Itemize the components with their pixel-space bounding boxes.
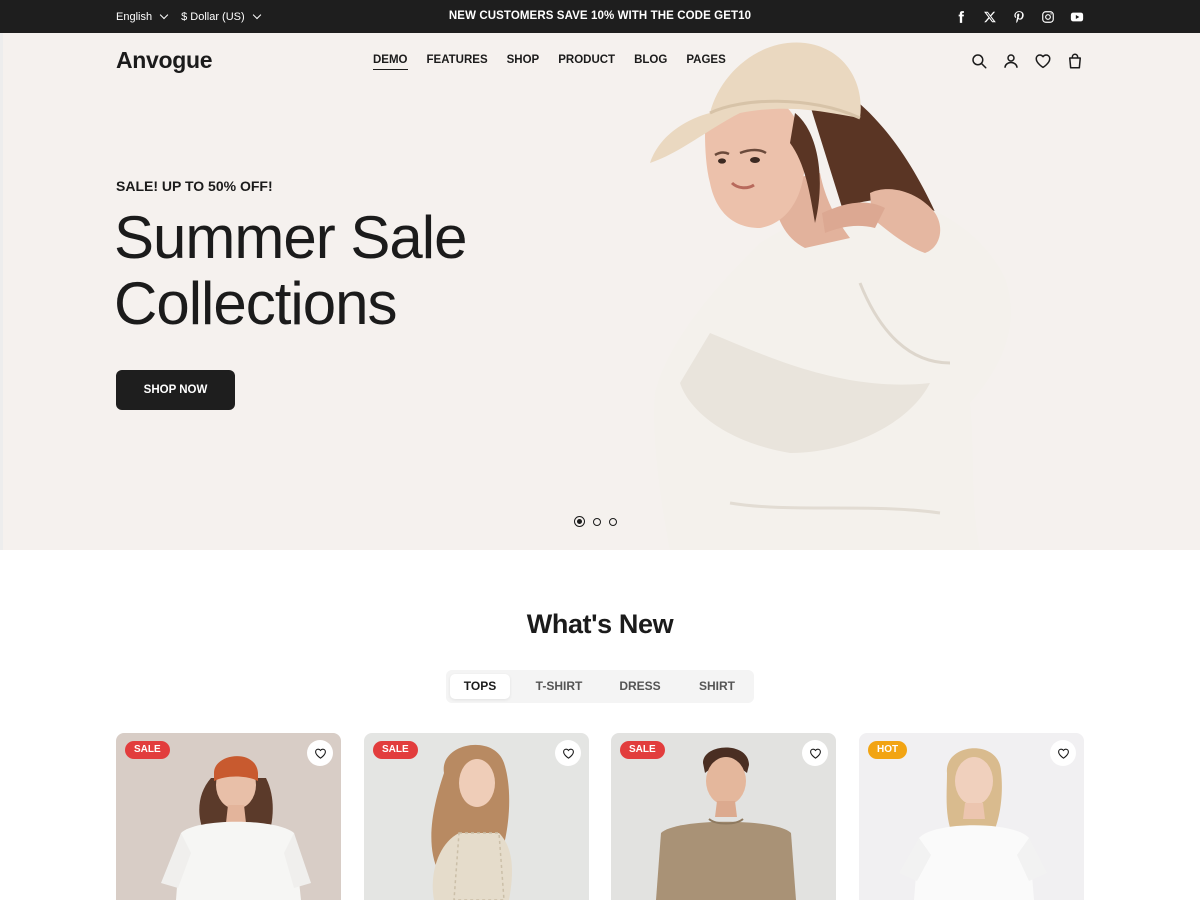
x-icon[interactable]	[983, 10, 997, 24]
site-logo[interactable]: Anvogue	[116, 47, 213, 74]
currency-select-label: $ Dollar (US)	[181, 10, 245, 23]
heart-icon	[809, 748, 821, 759]
sale-badge: SALE	[620, 741, 665, 759]
wishlist-button[interactable]	[307, 740, 333, 766]
hero-model-image	[650, 42, 1011, 550]
heart-icon	[1057, 748, 1069, 759]
pinterest-icon[interactable]	[1012, 10, 1026, 24]
heart-icon	[562, 748, 574, 759]
product-card[interactable]: SALE	[116, 733, 341, 900]
hero-kicker: SALE! UP TO 50% OFF!	[116, 178, 273, 194]
announcement-bar: English $ Dollar (US) NEW CUSTOMERS SAVE…	[0, 0, 1200, 33]
instagram-icon[interactable]	[1041, 10, 1055, 24]
section-title: What's New	[526, 609, 674, 639]
main-nav: DEMO FEATURES SHOP PRODUCT BLOG PAGES	[373, 54, 726, 70]
shop-now-button[interactable]: SHOP NOW	[116, 370, 235, 410]
sale-badge: SALE	[373, 741, 418, 759]
tab-t-shirt[interactable]: T-SHIRT	[522, 674, 596, 699]
nav-demo[interactable]: DEMO	[373, 54, 408, 70]
user-icon[interactable]	[1002, 52, 1020, 70]
chevron-down-icon	[159, 10, 169, 20]
cart-icon[interactable]	[1066, 52, 1084, 70]
product-card[interactable]: SALE	[611, 733, 836, 900]
nav-features[interactable]: FEATURES	[427, 54, 488, 70]
chevron-down-icon	[252, 10, 261, 20]
nav-shop[interactable]: SHOP	[507, 54, 540, 70]
hero-banner: Anvogue DEMO FEATURES SHOP PRODUCT BLOG …	[0, 33, 1200, 550]
hot-badge: HOT	[868, 741, 908, 759]
wishlist-button[interactable]	[802, 740, 828, 766]
youtube-icon[interactable]	[1070, 10, 1084, 24]
tab-dress[interactable]: DRESS	[608, 674, 672, 699]
nav-blog[interactable]: BLOG	[634, 54, 667, 70]
divider	[0, 33, 3, 550]
product-card[interactable]: HOT	[859, 733, 1084, 900]
language-select-label: English	[116, 10, 153, 23]
facebook-icon[interactable]	[954, 10, 968, 24]
heart-icon	[314, 748, 326, 759]
currency-select[interactable]: $ Dollar (US)	[181, 10, 261, 23]
category-tabs: TOPS T-SHIRT DRESS SHIRT	[446, 670, 754, 703]
heart-icon[interactable]	[1034, 52, 1052, 70]
slide-dot-1[interactable]	[574, 516, 585, 527]
nav-pages[interactable]: PAGES	[686, 54, 725, 70]
hero-title-line2: Collections	[114, 270, 397, 337]
tab-shirt[interactable]: SHIRT	[684, 674, 750, 699]
slide-dot-3[interactable]	[609, 517, 617, 526]
social-links	[954, 0, 1084, 33]
sale-badge: SALE	[125, 741, 170, 759]
product-card[interactable]: SALE	[364, 733, 589, 900]
nav-product[interactable]: PRODUCT	[558, 54, 615, 70]
wishlist-button[interactable]	[555, 740, 581, 766]
slide-dot-2[interactable]	[593, 517, 601, 526]
hero-title-line1: Summer Sale	[114, 204, 467, 271]
search-icon[interactable]	[970, 52, 988, 70]
hero-title: Summer Sale Collections	[114, 204, 467, 337]
language-select[interactable]: English	[116, 10, 169, 23]
locale-selectors: English $ Dollar (US)	[116, 0, 261, 33]
header-actions	[970, 52, 1084, 70]
tab-tops[interactable]: TOPS	[450, 674, 510, 699]
wishlist-button[interactable]	[1050, 740, 1076, 766]
slider-pagination	[574, 516, 617, 527]
